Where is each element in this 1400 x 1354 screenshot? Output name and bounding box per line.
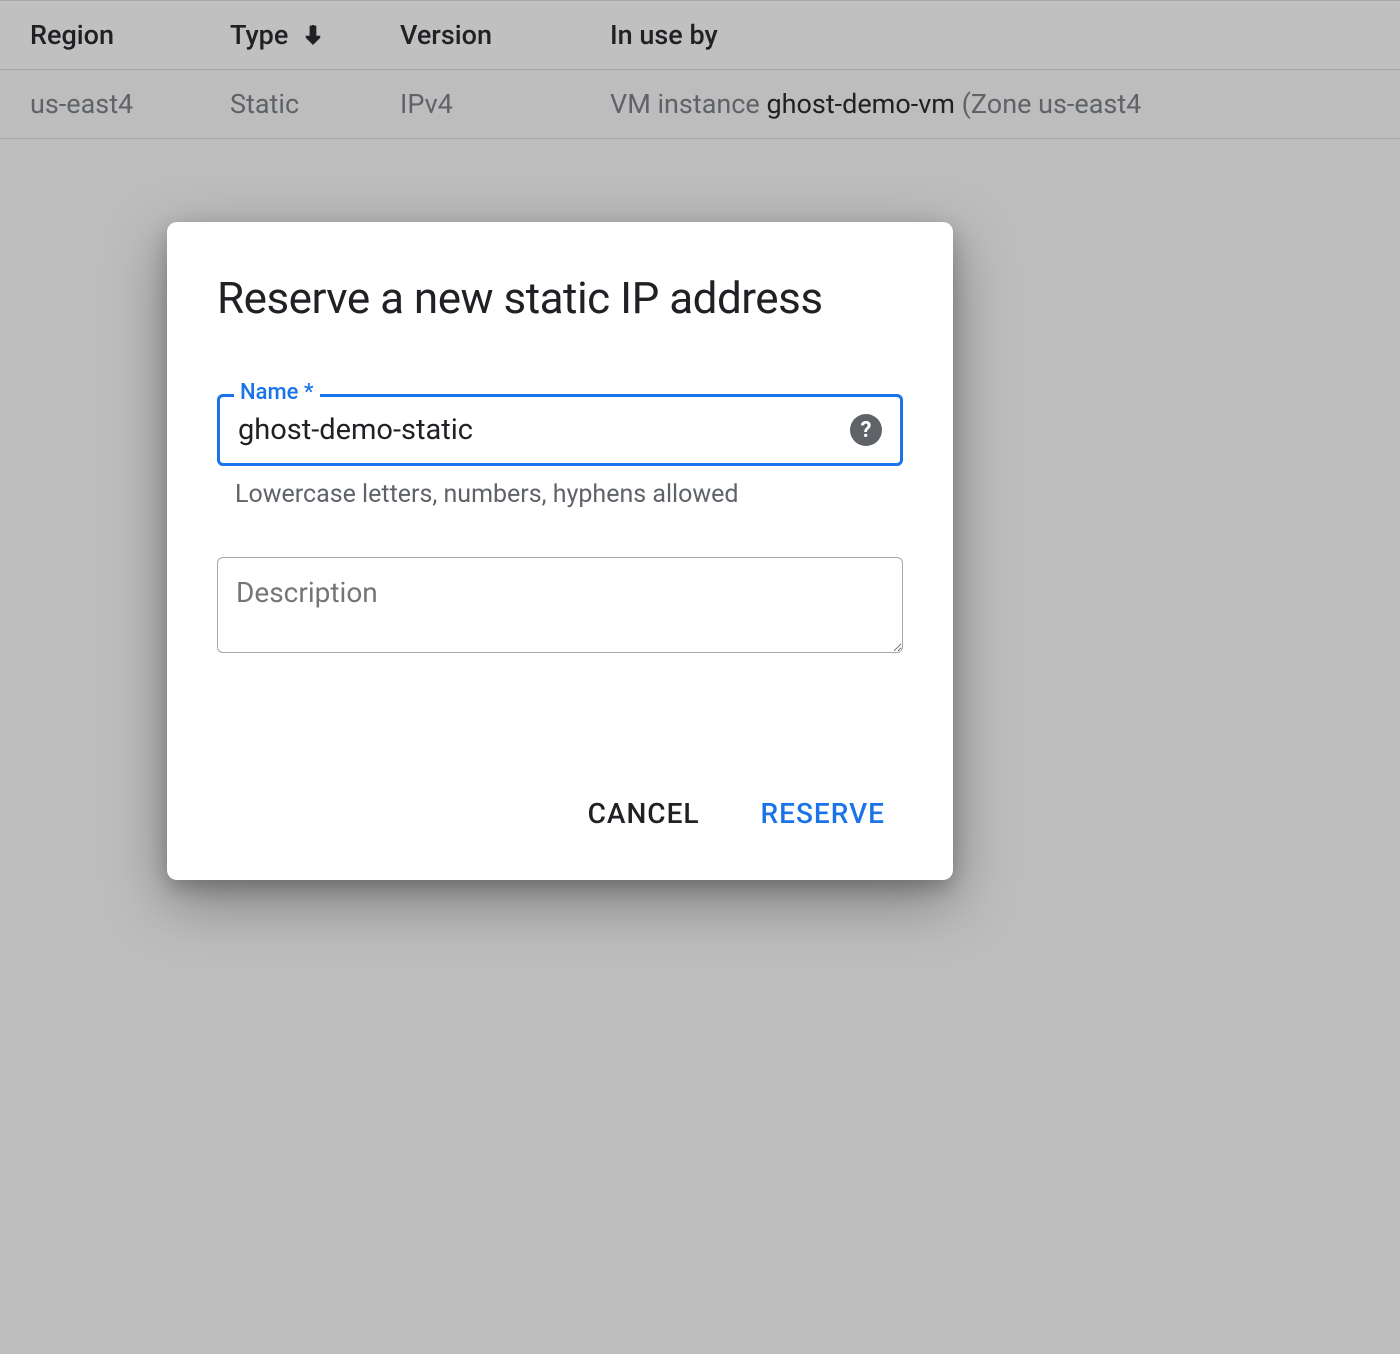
name-field-wrapper: Name * ?: [217, 394, 903, 466]
name-input[interactable]: [220, 397, 900, 463]
cancel-button[interactable]: CANCEL: [580, 787, 708, 840]
description-input[interactable]: [217, 557, 903, 653]
dialog-title: Reserve a new static IP address: [217, 272, 903, 324]
reserve-static-ip-dialog: Reserve a new static IP address Name * ?…: [167, 222, 953, 880]
name-field-label: Name *: [234, 380, 320, 405]
name-field-outline: Name * ?: [217, 394, 903, 466]
dialog-actions: CANCEL RESERVE: [217, 787, 903, 840]
help-icon[interactable]: ?: [850, 414, 882, 446]
name-field-hint: Lowercase letters, numbers, hyphens allo…: [235, 480, 903, 509]
reserve-button[interactable]: RESERVE: [753, 787, 893, 840]
modal-overlay[interactable]: Reserve a new static IP address Name * ?…: [0, 0, 1400, 1354]
